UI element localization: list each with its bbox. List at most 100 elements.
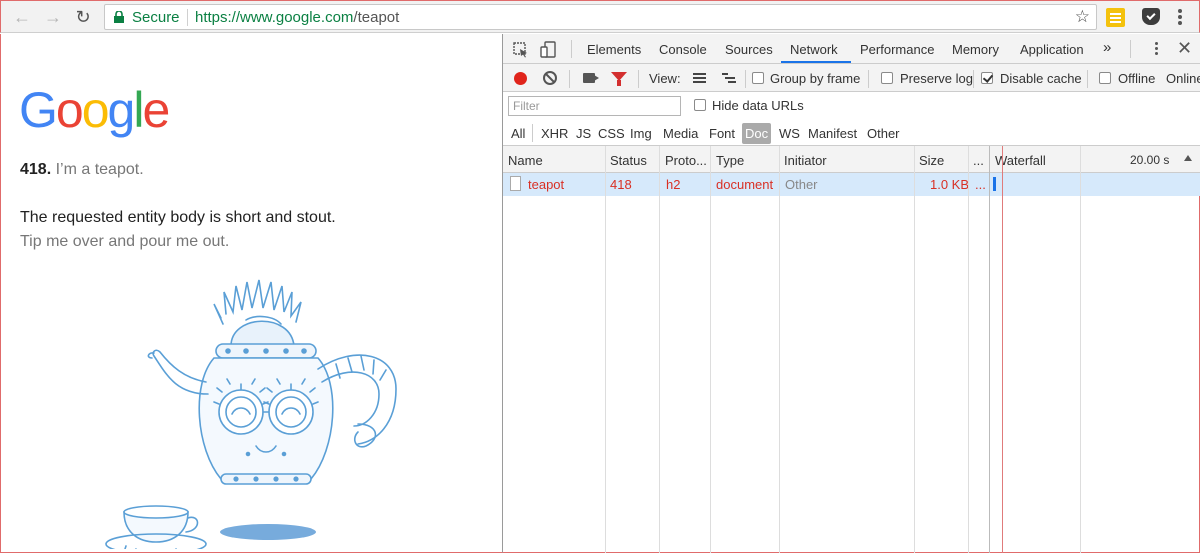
column-name[interactable]: Name xyxy=(508,153,543,168)
lock-icon xyxy=(114,11,124,23)
column-protocol[interactable]: Proto... xyxy=(665,153,707,168)
back-button[interactable]: ← xyxy=(11,7,33,27)
row-type: document xyxy=(716,177,774,192)
column-divider[interactable] xyxy=(989,146,990,553)
teapot-illustration xyxy=(105,279,397,549)
tab-application[interactable]: Application xyxy=(1020,42,1084,57)
type-filter-manifest[interactable]: Manifest xyxy=(808,126,857,141)
chrome-menu-icon[interactable] xyxy=(1178,9,1182,26)
preserve-log-checkbox[interactable] xyxy=(881,72,893,84)
sort-ascending-icon[interactable] xyxy=(1184,155,1192,161)
status-message: I’m a teapot. xyxy=(55,161,144,178)
active-tab-indicator xyxy=(781,61,851,63)
type-filter-other[interactable]: Other xyxy=(867,126,900,141)
tab-performance[interactable]: Performance xyxy=(860,42,934,57)
group-by-frame-label: Group by frame xyxy=(770,71,861,86)
throttling-select[interactable]: Online xyxy=(1166,71,1200,86)
disable-cache-checkbox[interactable] xyxy=(981,72,993,84)
toolbar-divider xyxy=(868,70,869,88)
network-toolbar: View: Group by frame Preserve log Disabl… xyxy=(503,64,1200,92)
toolbar-divider xyxy=(745,70,746,88)
offline-label: Offline xyxy=(1118,71,1156,86)
disable-cache-label: Disable cache xyxy=(1000,71,1082,86)
type-filter-font[interactable]: Font xyxy=(709,126,735,141)
inspect-element-icon[interactable] xyxy=(513,42,529,58)
tab-network[interactable]: Network xyxy=(790,42,838,57)
browser-toolbar: ← → ↻ Secure https://www.google.com/teap… xyxy=(0,0,1200,33)
column-divider[interactable] xyxy=(914,146,915,553)
pocket-extension-icon[interactable] xyxy=(1142,8,1160,25)
column-divider[interactable] xyxy=(779,146,780,553)
type-filter-xhr[interactable]: XHR xyxy=(541,126,568,141)
resource-type-filters: All XHR JS CSS Img Media Font Doc WS Man… xyxy=(503,120,1200,146)
tab-memory[interactable]: Memory xyxy=(952,42,999,57)
status-code: 418. xyxy=(20,161,52,178)
device-toolbar-icon[interactable] xyxy=(540,41,556,58)
more-tabs-button[interactable]: » xyxy=(1103,39,1111,56)
url-text[interactable]: https://www.google.com/teapot xyxy=(195,9,399,26)
error-description: The requested entity body is short and s… xyxy=(20,209,336,226)
filter-input[interactable]: Filter xyxy=(508,96,681,116)
extension-notes-icon[interactable] xyxy=(1106,8,1125,27)
tab-console[interactable]: Console xyxy=(659,42,707,57)
reload-button[interactable]: ↻ xyxy=(72,7,94,27)
address-bar[interactable]: Secure https://www.google.com/teapot ☆ xyxy=(104,4,1097,30)
tab-sources[interactable]: Sources xyxy=(725,42,773,57)
column-initiator[interactable]: Initiator xyxy=(784,153,827,168)
column-divider[interactable] xyxy=(659,146,660,553)
view-label: View: xyxy=(649,71,681,86)
column-type[interactable]: Type xyxy=(716,153,744,168)
column-divider[interactable] xyxy=(710,146,711,553)
secure-label: Secure xyxy=(132,9,180,26)
group-by-frame-checkbox[interactable] xyxy=(752,72,764,84)
type-filter-js[interactable]: JS xyxy=(576,126,591,141)
toolbar-divider xyxy=(973,70,974,88)
tab-divider xyxy=(571,40,572,58)
error-heading: 418. I’m a teapot. xyxy=(20,161,144,179)
column-time[interactable]: ... xyxy=(973,153,984,168)
url-path: /teapot xyxy=(353,9,400,26)
google-logo[interactable]: Google xyxy=(19,82,170,138)
table-header: Name Status Proto... Type Initiator Size… xyxy=(503,146,1200,173)
row-name: teapot xyxy=(528,177,565,192)
row-protocol: h2 xyxy=(666,177,681,192)
column-divider[interactable] xyxy=(968,146,969,553)
tab-divider xyxy=(1130,40,1131,58)
type-filter-ws[interactable]: WS xyxy=(779,126,800,141)
toolbar-divider xyxy=(569,70,570,88)
record-button[interactable] xyxy=(514,72,527,85)
tab-elements[interactable]: Elements xyxy=(587,42,641,57)
page-content: Google 418. I’m a teapot. The requested … xyxy=(0,34,502,553)
column-divider[interactable] xyxy=(605,146,606,553)
offline-checkbox[interactable] xyxy=(1099,72,1111,84)
table-row[interactable]: teapot 418 h2 document Other 1.0 KB ... xyxy=(503,173,1200,196)
large-rows-icon[interactable] xyxy=(693,73,706,83)
column-status[interactable]: Status xyxy=(610,153,647,168)
type-filter-css[interactable]: CSS xyxy=(598,126,625,141)
type-filter-doc[interactable]: Doc xyxy=(742,123,772,144)
column-size[interactable]: Size xyxy=(919,153,944,168)
capture-screenshots-icon[interactable] xyxy=(583,73,599,83)
clear-button[interactable] xyxy=(543,71,557,85)
hide-data-urls-checkbox[interactable] xyxy=(694,99,706,111)
toolbar-divider xyxy=(1087,70,1088,88)
filter-bar: Filter Hide data URLs xyxy=(503,92,1200,120)
waterfall-grid-line xyxy=(1080,146,1081,553)
waterfall-time-label: 20.00 s xyxy=(1130,153,1170,167)
type-filter-media[interactable]: Media xyxy=(663,126,698,141)
preserve-log-label: Preserve log xyxy=(900,71,973,86)
network-requests-table: Name Status Proto... Type Initiator Size… xyxy=(503,146,1200,553)
type-filter-all[interactable]: All xyxy=(511,126,525,141)
document-icon xyxy=(510,176,521,191)
overview-icon[interactable] xyxy=(722,73,736,83)
toolbar-divider xyxy=(638,70,639,88)
type-filter-img[interactable]: Img xyxy=(630,126,652,141)
row-status: 418 xyxy=(610,177,632,192)
type-divider xyxy=(532,124,533,142)
devtools-menu-icon[interactable] xyxy=(1155,42,1159,57)
close-devtools-icon[interactable]: ✕ xyxy=(1177,38,1192,59)
row-initiator: Other xyxy=(785,177,818,192)
forward-button[interactable]: → xyxy=(42,7,64,27)
filter-icon[interactable] xyxy=(611,72,627,86)
bookmark-star-icon[interactable]: ☆ xyxy=(1075,7,1090,27)
